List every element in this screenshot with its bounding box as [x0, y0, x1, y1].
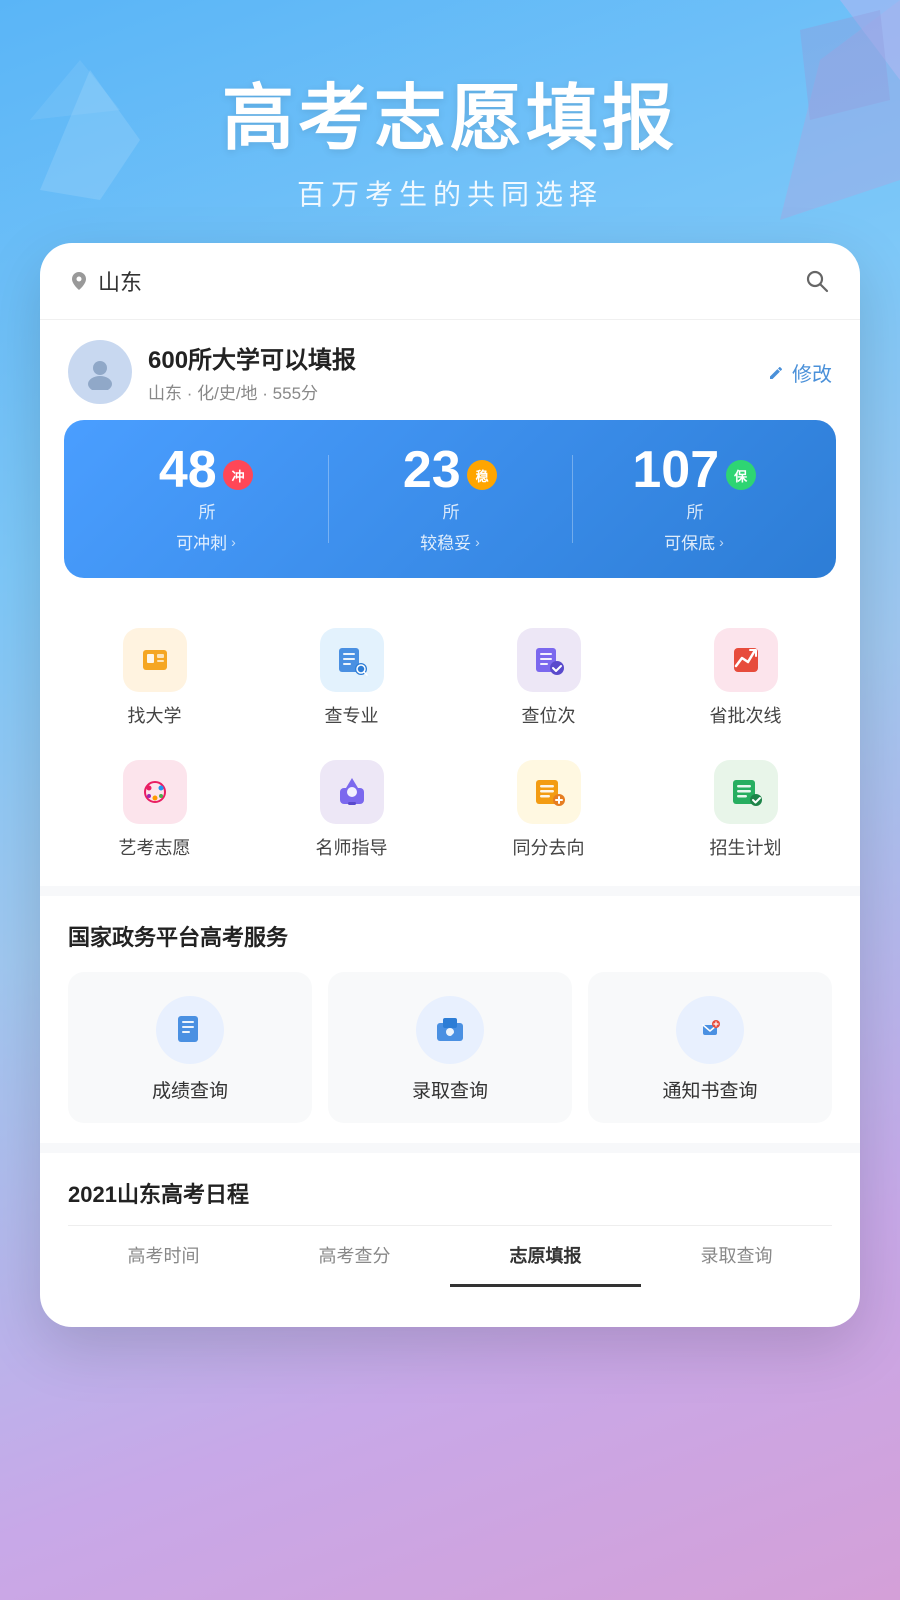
avatar-icon	[82, 354, 118, 390]
gov-label-notice: 通知书查询	[662, 1076, 757, 1103]
arrow-right-icon-2: ›	[475, 534, 480, 550]
location-pin-icon	[68, 270, 90, 292]
stat-label-rush: 可冲刺 ›	[84, 529, 328, 554]
menu-label-art: 艺考志愿	[119, 834, 191, 860]
same-score-icon	[517, 760, 581, 824]
hero-section: 高考志愿填报 百万考生的共同选择	[0, 0, 900, 243]
stat-number-rush: 48 冲	[84, 444, 328, 496]
search-bar: 山东	[40, 243, 860, 320]
stat-item-stable[interactable]: 23 稳 所 较稳妥 ›	[328, 444, 572, 554]
stat-number-stable: 23 稳	[328, 444, 572, 496]
main-card: 山东 600所大学可以填报 山东 · 化/史/地 · 555分	[40, 243, 860, 1327]
user-avatar	[68, 340, 132, 404]
gov-card-admission[interactable]: 录取查询	[328, 972, 572, 1123]
menu-item-enrollment[interactable]: 招生计划	[647, 744, 844, 876]
tab-admission-check[interactable]: 录取查询	[641, 1226, 832, 1287]
menu-item-art[interactable]: 艺考志愿	[56, 744, 253, 876]
province-icon	[714, 628, 778, 692]
find-major-icon	[320, 628, 384, 692]
art-icon	[123, 760, 187, 824]
schedule-tabs: 高考时间 高考查分 志原填报 录取查询	[68, 1225, 832, 1287]
find-rank-icon	[517, 628, 581, 692]
arrow-right-icon: ›	[231, 534, 236, 550]
edit-icon	[768, 363, 786, 381]
user-left: 600所大学可以填报 山东 · 化/史/地 · 555分	[68, 340, 356, 404]
tab-score-check[interactable]: 高考查分	[259, 1226, 450, 1287]
hero-title: 高考志愿填报	[0, 80, 900, 159]
location-display[interactable]: 山东	[68, 265, 142, 297]
user-info-section: 600所大学可以填报 山东 · 化/史/地 · 555分 修改	[40, 320, 860, 420]
gov-section-title: 国家政务平台高考服务	[68, 920, 832, 952]
user-tags: 山东 · 化/史/地 · 555分	[148, 379, 356, 404]
menu-item-find-rank[interactable]: 查位次	[450, 612, 647, 744]
stats-banner: 48 冲 所 可冲刺 › 23 稳 所 较稳妥 › 107	[64, 420, 836, 578]
menu-label-find-rank: 查位次	[522, 702, 576, 728]
stat-number-safe: 107 保	[572, 444, 816, 496]
edit-label: 修改	[792, 358, 832, 387]
gov-card-score[interactable]: 成绩查询	[68, 972, 312, 1123]
menu-item-find-major[interactable]: 查专业	[253, 612, 450, 744]
badge-rush: 冲	[223, 460, 253, 490]
universities-count: 600所大学可以填报	[148, 340, 356, 375]
gov-label-admission: 录取查询	[412, 1076, 488, 1103]
gov-section: 国家政务平台高考服务 成绩查询	[40, 896, 860, 1143]
hero-subtitle: 百万考生的共同选择	[0, 173, 900, 213]
gov-card-notice[interactable]: 通知书查询	[588, 972, 832, 1123]
stat-label-stable: 较稳妥 ›	[328, 529, 572, 554]
score-query-icon	[156, 996, 224, 1064]
edit-button[interactable]: 修改	[768, 358, 832, 387]
stat-label-safe: 可保底 ›	[572, 529, 816, 554]
gov-cards: 成绩查询 录取查询	[68, 972, 832, 1123]
enrollment-icon	[714, 760, 778, 824]
section-divider-1	[40, 886, 860, 896]
badge-safe: 保	[726, 460, 756, 490]
stat-item-rush[interactable]: 48 冲 所 可冲刺 ›	[84, 444, 328, 554]
search-button[interactable]	[802, 266, 832, 296]
tab-exam-time[interactable]: 高考时间	[68, 1226, 259, 1287]
menu-item-province[interactable]: 省批次线	[647, 612, 844, 744]
menu-label-find-uni: 找大学	[128, 702, 182, 728]
menu-label-enrollment: 招生计划	[710, 834, 782, 860]
location-text: 山东	[98, 265, 142, 297]
gov-label-score: 成绩查询	[152, 1076, 228, 1103]
menu-item-teacher[interactable]: 名师指导	[253, 744, 450, 876]
section-divider-2	[40, 1143, 860, 1153]
tab-volunteer-fill[interactable]: 志原填报	[450, 1226, 641, 1287]
find-uni-icon	[123, 628, 187, 692]
stat-item-safe[interactable]: 107 保 所 可保底 ›	[572, 444, 816, 554]
search-icon	[804, 268, 830, 294]
menu-grid: 找大学 查专业	[40, 602, 860, 886]
menu-label-teacher: 名师指导	[316, 834, 388, 860]
notice-query-icon	[676, 996, 744, 1064]
admission-query-icon	[416, 996, 484, 1064]
user-text-block: 600所大学可以填报 山东 · 化/史/地 · 555分	[148, 340, 356, 404]
teacher-icon	[320, 760, 384, 824]
menu-item-find-uni[interactable]: 找大学	[56, 612, 253, 744]
menu-label-same-score: 同分去向	[513, 834, 585, 860]
menu-item-same-score[interactable]: 同分去向	[450, 744, 647, 876]
menu-label-province: 省批次线	[710, 702, 782, 728]
badge-stable: 稳	[467, 460, 497, 490]
arrow-right-icon-3: ›	[719, 534, 724, 550]
schedule-section: 2021山东高考日程 高考时间 高考查分 志原填报 录取查询	[40, 1153, 860, 1297]
schedule-title: 2021山东高考日程	[68, 1177, 832, 1209]
menu-label-find-major: 查专业	[325, 702, 379, 728]
